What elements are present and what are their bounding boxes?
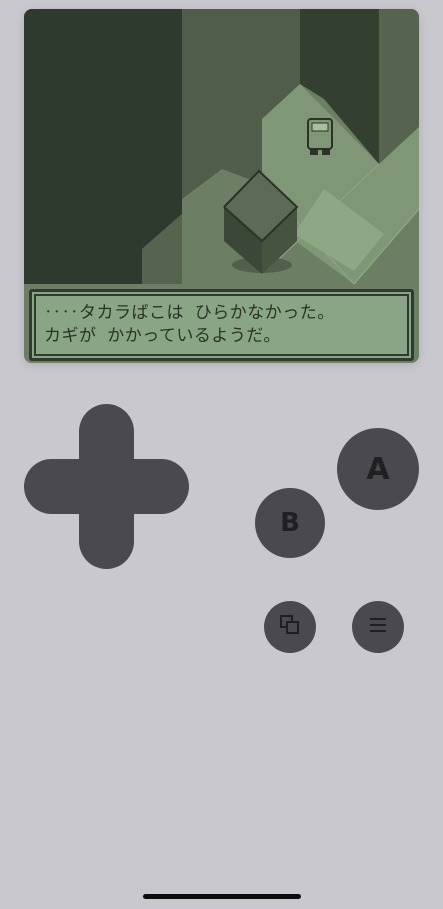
dpad[interactable] (24, 404, 189, 569)
menu-button[interactable] (352, 601, 404, 653)
dpad-left-button[interactable] (24, 459, 79, 514)
game-screen: ‥‥タカラばこは ひらかなかった。 カギが かかっているようだ。 (24, 9, 419, 363)
dialog-line-2: カギが かかっているようだ。 (44, 326, 281, 346)
b-button-label: B (280, 508, 300, 538)
dialog-line-1: ‥‥タカラばこは ひらかなかった。 (44, 303, 335, 323)
home-indicator[interactable] (143, 894, 301, 899)
a-button-label: A (366, 451, 390, 487)
player-sprite (307, 118, 333, 155)
dpad-up-button[interactable] (79, 404, 134, 459)
a-button[interactable]: A (337, 428, 419, 510)
screenshot-icon (279, 614, 301, 640)
dpad-right-button[interactable] (134, 459, 189, 514)
b-button[interactable]: B (255, 488, 325, 558)
dpad-down-button[interactable] (79, 514, 134, 569)
screenshot-button[interactable] (264, 601, 316, 653)
dialog-box: ‥‥タカラばこは ひらかなかった。 カギが かかっているようだ。 (29, 289, 414, 361)
menu-icon (368, 616, 388, 638)
